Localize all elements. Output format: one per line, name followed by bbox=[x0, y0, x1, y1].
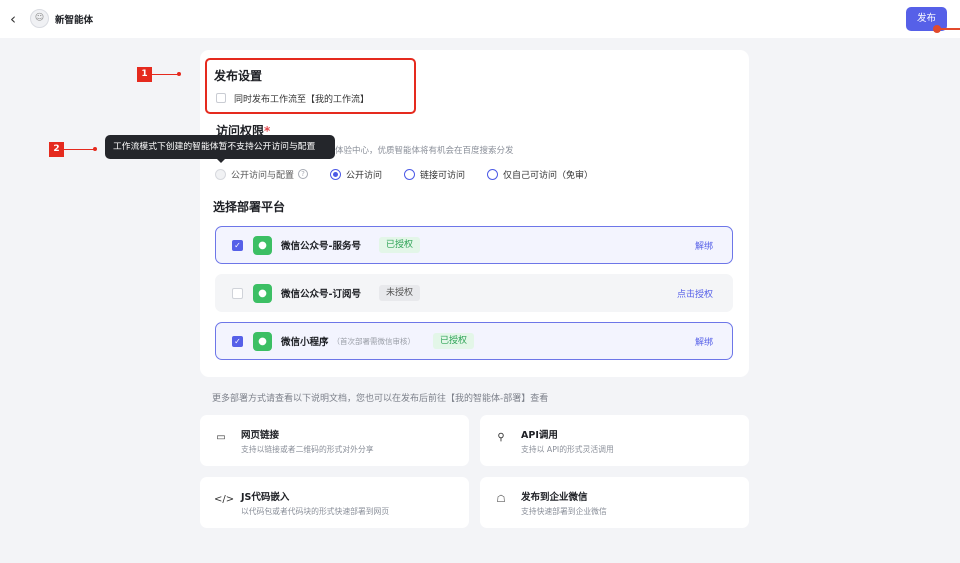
wechat-icon: ● bbox=[253, 235, 272, 255]
status-badge: 已授权 bbox=[378, 237, 420, 253]
platforms-title: 选择部署平台 bbox=[213, 200, 286, 214]
doc-card-js-embed[interactable]: </> JS代码嵌入 以代码包或者代码块的形式快速部署到网页 bbox=[200, 477, 469, 528]
platform-note: （首次部署需微信审核） bbox=[332, 336, 416, 346]
wechat-icon: ● bbox=[253, 283, 272, 303]
doc-desc: 支持以链接或者二维码的形式对外分享 bbox=[241, 445, 374, 454]
radio-label: 链接可访问 bbox=[420, 170, 466, 181]
platform-name: 微信公众号-订阅号 bbox=[281, 289, 361, 300]
doc-title: 发布到企业微信 bbox=[521, 492, 588, 503]
doc-desc: 以代码包或者代码块的形式快速部署到网页 bbox=[241, 507, 390, 516]
agent-avatar-icon: ☺ bbox=[30, 9, 49, 28]
check-icon[interactable]: ✓ bbox=[232, 335, 243, 347]
radio-link[interactable]: 链接可访问 bbox=[404, 168, 465, 181]
annotation-marker-1: 1 bbox=[137, 67, 152, 82]
code-icon: </> bbox=[214, 494, 235, 505]
tooltip-arrow bbox=[216, 158, 226, 163]
top-bar: ‹ ☺ 新智能体 发布 bbox=[0, 0, 960, 38]
platform-row-subscription-account[interactable]: ● 微信公众号-订阅号 未授权 点击授权 bbox=[215, 274, 733, 312]
radio-private[interactable]: 仅自己可访问（免审） bbox=[487, 168, 593, 181]
annotation-line bbox=[940, 28, 960, 30]
web-link-icon: ▭ bbox=[216, 432, 226, 443]
radio-public-config[interactable]: 公开访问与配置 ? bbox=[215, 168, 309, 181]
sync-workflow-option[interactable]: 同时发布工作流至【我的工作流】 bbox=[216, 92, 370, 105]
platform-row-mini-program[interactable]: ✓ ● 微信小程序 （首次部署需微信审核） 已授权 解绑 bbox=[215, 322, 733, 360]
sync-workflow-label: 同时发布工作流至【我的工作流】 bbox=[234, 94, 370, 105]
radio-button[interactable] bbox=[487, 168, 499, 180]
radio-label: 仅自己可访问（免审） bbox=[503, 170, 594, 181]
status-badge: 已授权 bbox=[433, 333, 475, 349]
status-badge: 未授权 bbox=[378, 285, 420, 301]
annotation-line-1 bbox=[152, 74, 178, 75]
sync-workflow-checkbox[interactable] bbox=[216, 93, 226, 103]
radio-label: 公开访问与配置 bbox=[231, 170, 295, 181]
annotation-dot-2 bbox=[93, 147, 97, 151]
doc-title: JS代码嵌入 bbox=[241, 492, 290, 503]
annotation-marker-2: 2 bbox=[49, 142, 64, 157]
radio-public[interactable]: 公开访问 bbox=[330, 168, 382, 181]
radio-button[interactable] bbox=[404, 168, 416, 180]
radio-button[interactable] bbox=[215, 168, 226, 180]
authorize-link[interactable]: 点击授权 bbox=[677, 287, 713, 300]
access-description: 体验中心，优质智能体将有机会在百度搜索分发 bbox=[335, 146, 514, 156]
unbind-link[interactable]: 解绑 bbox=[695, 239, 713, 252]
more-docs-text: 更多部署方式请查看以下说明文档，您也可以在发布后前往【我的智能体-部署】查看 bbox=[212, 394, 549, 404]
tooltip: 工作流模式下创建的智能体暂不支持公开访问与配置 bbox=[105, 135, 335, 159]
publish-settings-title: 发布设置 bbox=[214, 69, 263, 83]
annotation-dot-1 bbox=[177, 72, 181, 76]
radio-label: 公开访问 bbox=[346, 170, 383, 181]
platform-row-service-account[interactable]: ✓ ● 微信公众号-服务号 已授权 解绑 bbox=[215, 226, 733, 264]
unbind-link[interactable]: 解绑 bbox=[695, 335, 713, 348]
platform-name: 微信公众号-服务号 bbox=[281, 241, 361, 252]
api-icon: ⚲ bbox=[497, 432, 505, 443]
doc-card-api[interactable]: ⚲ API调用 支持以 API的形式灵活调用 bbox=[480, 415, 749, 466]
radio-button[interactable] bbox=[330, 168, 342, 180]
access-radio-group: 公开访问与配置 ? 公开访问 链接可访问 仅自己可访问（免审） bbox=[215, 168, 615, 181]
agent-name: 新智能体 bbox=[55, 15, 94, 26]
doc-desc: 支持以 API的形式灵活调用 bbox=[521, 445, 614, 454]
check-icon[interactable]: ✓ bbox=[232, 239, 243, 251]
chevron-left-icon[interactable]: ‹ bbox=[10, 10, 24, 28]
doc-title: 网页链接 bbox=[241, 430, 280, 441]
help-icon[interactable]: ? bbox=[298, 169, 309, 179]
checkbox[interactable] bbox=[232, 287, 243, 299]
doc-title: API调用 bbox=[521, 430, 558, 441]
platform-name: 微信小程序 bbox=[281, 337, 329, 348]
robot-icon: ☖ bbox=[496, 494, 506, 505]
doc-card-web-link[interactable]: ▭ 网页链接 支持以链接或者二维码的形式对外分享 bbox=[200, 415, 469, 466]
annotation-line-2 bbox=[64, 149, 94, 150]
doc-card-wecom[interactable]: ☖ 发布到企业微信 支持快速部署到企业微信 bbox=[480, 477, 749, 528]
doc-desc: 支持快速部署到企业微信 bbox=[521, 507, 607, 516]
wechat-icon: ● bbox=[253, 331, 272, 351]
